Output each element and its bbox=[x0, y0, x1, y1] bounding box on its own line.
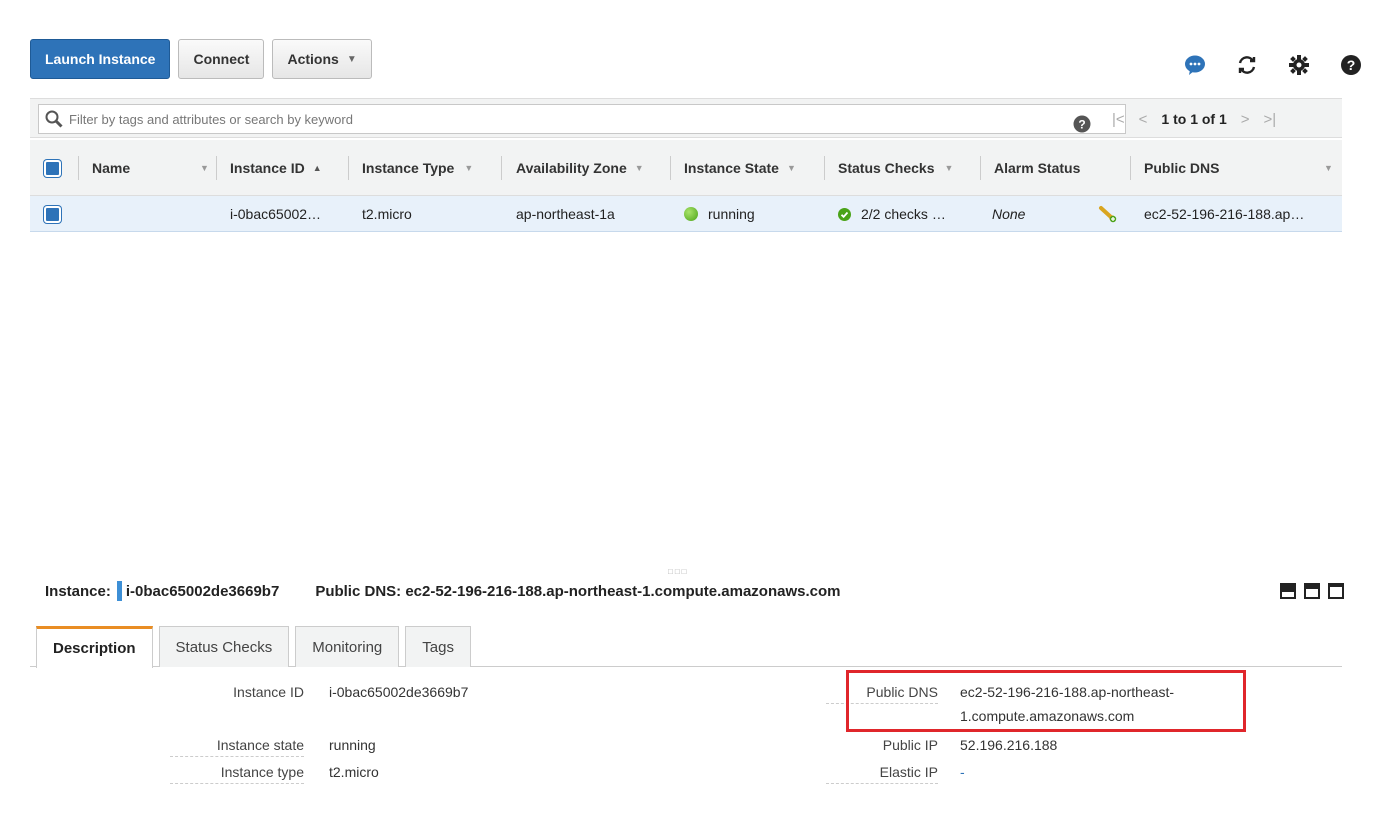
search-help-icon[interactable]: ? bbox=[1073, 115, 1091, 136]
col-instance-id[interactable]: Instance ID ▲ bbox=[230, 140, 322, 196]
instances-table: Name ▼ Instance ID ▲ Instance Type ▼ Avail… bbox=[30, 140, 1342, 232]
search-box[interactable]: ? bbox=[38, 104, 1126, 134]
detail-value-instance-id: i-0bac65002de3669b7 bbox=[329, 684, 469, 700]
last-page-icon[interactable]: >| bbox=[1264, 111, 1277, 128]
next-page-icon[interactable]: > bbox=[1241, 111, 1250, 128]
tab-monitoring[interactable]: Monitoring bbox=[295, 626, 400, 667]
tab-description[interactable]: Description bbox=[36, 626, 153, 668]
col-instance-state[interactable]: Instance State ▼ bbox=[684, 140, 796, 196]
col-alarm-status[interactable]: Alarm Status bbox=[994, 140, 1080, 196]
detail-label-instance-id: Instance ID bbox=[233, 684, 304, 700]
prev-page-icon[interactable]: < bbox=[1139, 111, 1148, 128]
help-icon[interactable]: ? bbox=[1340, 54, 1362, 76]
col-alarm-status-label: Alarm Status bbox=[994, 160, 1081, 176]
col-name[interactable]: Name bbox=[92, 140, 130, 196]
cell-alarm-status: None bbox=[992, 206, 1026, 222]
pane-public-dns: Public DNS: ec2-52-196-216-188.ap-northe… bbox=[315, 582, 841, 600]
page-count: 1 to 1 of 1 bbox=[1161, 111, 1227, 127]
col-public-dns-label: Public DNS bbox=[1144, 160, 1220, 176]
col-public-dns[interactable]: Public DNS bbox=[1144, 140, 1219, 196]
layout-split-icon[interactable] bbox=[1304, 583, 1320, 599]
svg-text:?: ? bbox=[1347, 57, 1356, 73]
table-row[interactable]: i-0bac65002… t2.micro ap-northeast-1a ru… bbox=[30, 196, 1342, 232]
actions-button[interactable]: Actions ▼ bbox=[272, 39, 372, 79]
layout-bottom-icon[interactable] bbox=[1280, 583, 1296, 599]
sort-icon: ▼ bbox=[944, 163, 954, 173]
col-status-checks-label: Status Checks bbox=[838, 160, 935, 176]
sort-icon: ▼ bbox=[634, 163, 644, 173]
detail-label-instance-type: Instance type bbox=[170, 764, 304, 784]
instance-color-bar bbox=[116, 581, 122, 601]
tab-status-checks[interactable]: Status Checks bbox=[158, 626, 290, 667]
actions-label: Actions bbox=[287, 51, 339, 67]
cell-instance-id: i-0bac65002… bbox=[230, 206, 322, 222]
pane-instance-label: Instance: bbox=[45, 582, 111, 600]
pane-layout-switcher bbox=[1280, 583, 1344, 599]
sort-icon: ▼ bbox=[786, 163, 796, 173]
col-instance-state-label: Instance State bbox=[684, 160, 779, 176]
col-instance-type-label: Instance Type bbox=[362, 160, 455, 176]
chat-icon[interactable] bbox=[1184, 54, 1206, 76]
detail-value-elastic-ip: - bbox=[960, 764, 965, 780]
search-input[interactable] bbox=[63, 105, 1125, 133]
public-dns-highlight-box bbox=[846, 670, 1246, 732]
detail-value-public-ip: 52.196.216.188 bbox=[960, 737, 1058, 753]
select-all-checkbox[interactable] bbox=[44, 140, 61, 196]
pagination: |< < 1 to 1 of 1 > >| bbox=[1112, 99, 1276, 139]
filter-bar: ? |< < 1 to 1 of 1 > >| bbox=[30, 98, 1342, 138]
col-instance-id-label: Instance ID bbox=[230, 160, 305, 176]
col-name-label: Name bbox=[92, 160, 131, 176]
gear-icon[interactable] bbox=[1288, 54, 1310, 76]
chevron-down-icon: ▼ bbox=[346, 53, 357, 65]
sort-icon: ▼ bbox=[464, 163, 474, 173]
detail-value-instance-type: t2.micro bbox=[329, 764, 379, 780]
sort-icon[interactable]: ▼ bbox=[1324, 163, 1333, 173]
top-icons: ? bbox=[1184, 54, 1362, 76]
col-instance-type[interactable]: Instance Type ▼ bbox=[362, 140, 473, 196]
cell-instance-state: running bbox=[684, 196, 755, 232]
detail-value-instance-state: running bbox=[329, 737, 376, 753]
cell-public-dns: ec2-52-196-216-188.ap… bbox=[1144, 206, 1305, 222]
first-page-icon[interactable]: |< bbox=[1112, 111, 1125, 128]
launch-instance-button[interactable]: Launch Instance bbox=[30, 39, 171, 79]
table-header: Name ▼ Instance ID ▲ Instance Type ▼ Avail… bbox=[30, 140, 1342, 196]
cell-instance-type: t2.micro bbox=[362, 206, 412, 222]
svg-text:?: ? bbox=[1078, 118, 1085, 132]
pane-tabs: Description Status Checks Monitoring Tag… bbox=[36, 626, 471, 668]
refresh-icon[interactable] bbox=[1236, 54, 1258, 76]
pane-instance-id: i-0bac65002de3669b7 bbox=[125, 582, 280, 600]
detail-label-public-ip: Public IP bbox=[882, 737, 938, 753]
detail-label-elastic-ip: Elastic IP bbox=[826, 764, 938, 784]
col-availability-zone-label: Availability Zone bbox=[516, 160, 627, 176]
detail-label-instance-state: Instance state bbox=[170, 737, 304, 757]
toolbar: Launch Instance Connect Actions ▼ bbox=[30, 39, 372, 81]
search-icon bbox=[45, 110, 63, 128]
cell-status-checks: 2/2 checks … bbox=[838, 196, 946, 232]
col-status-checks[interactable]: Status Checks ▼ bbox=[838, 140, 953, 196]
pane-header: Instance: i-0bac65002de3669b7 Public DNS… bbox=[45, 580, 841, 602]
sort-icon[interactable]: ▼ bbox=[200, 163, 209, 173]
create-alarm-icon[interactable] bbox=[1098, 196, 1118, 232]
instance-state-text: running bbox=[708, 206, 755, 222]
col-availability-zone[interactable]: Availability Zone ▼ bbox=[516, 140, 644, 196]
row-checkbox[interactable] bbox=[44, 196, 61, 232]
layout-top-icon[interactable] bbox=[1328, 583, 1344, 599]
tab-tags[interactable]: Tags bbox=[405, 626, 471, 667]
connect-button[interactable]: Connect bbox=[178, 39, 265, 79]
pane-resize-handle[interactable]: □□□ bbox=[668, 567, 689, 576]
status-checks-text: 2/2 checks … bbox=[861, 206, 946, 222]
sort-asc-icon: ▲ bbox=[312, 163, 322, 173]
cell-availability-zone: ap-northeast-1a bbox=[516, 206, 615, 222]
running-status-icon bbox=[684, 207, 698, 221]
check-ok-icon bbox=[838, 207, 851, 221]
